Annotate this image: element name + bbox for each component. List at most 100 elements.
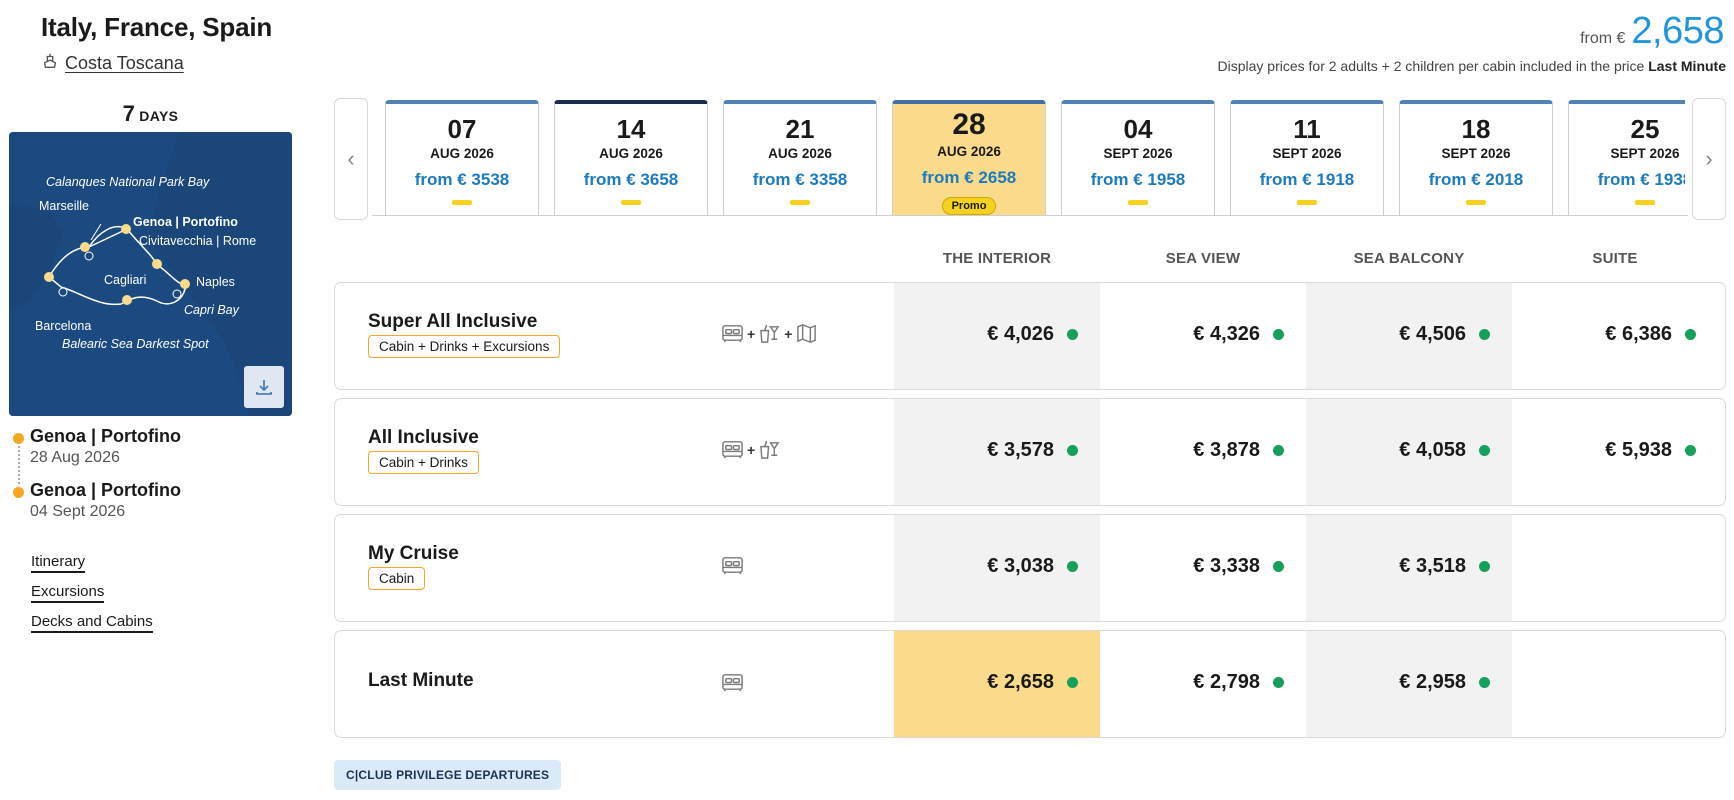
price-value: € 4,326 bbox=[1193, 323, 1260, 345]
date-price: from € 1918 bbox=[1259, 170, 1355, 189]
port-arrival: Genoa | Portofino 04 Sept 2026 bbox=[12, 480, 181, 521]
availability-dot bbox=[1479, 560, 1490, 572]
price-value: € 4,058 bbox=[1399, 439, 1466, 461]
date-card[interactable]: 11 SEPT 2026 from € 1918 bbox=[1230, 100, 1384, 216]
date-month: AUG 2026 bbox=[430, 146, 494, 161]
link-itinerary[interactable]: Itinerary bbox=[31, 553, 86, 573]
date-card[interactable]: 07 AUG 2026 from € 3538 bbox=[385, 100, 539, 216]
price-suite[interactable]: € 5,938 bbox=[1512, 439, 1718, 462]
cabin-column-headers: THE INTERIOR SEA VIEW SEA BALCONY SUITE bbox=[0, 250, 1734, 270]
date-price: from € 3538 bbox=[414, 170, 510, 189]
map-label-balearic: Balearic Sea Darkest Spot bbox=[62, 337, 209, 351]
date-card[interactable]: 18 SEPT 2026 from € 2018 bbox=[1399, 100, 1553, 216]
duration-label: 7 DAYS bbox=[9, 101, 292, 127]
price-value: € 3,038 bbox=[987, 555, 1054, 577]
date-month: AUG 2026 bbox=[768, 146, 832, 161]
date-price: from € 2018 bbox=[1428, 170, 1524, 189]
date-price: from € 2658 bbox=[921, 168, 1017, 187]
availability-dot bbox=[1273, 328, 1284, 340]
col-header-suite: SUITE bbox=[1592, 250, 1638, 267]
map-label-genoa: Genoa | Portofino bbox=[133, 215, 238, 229]
availability-dot bbox=[1067, 676, 1078, 688]
page-title: Italy, France, Spain bbox=[41, 12, 273, 42]
prev-dates-button[interactable]: ‹ bbox=[334, 98, 368, 220]
date-card[interactable]: 14 AUG 2026 from € 3658 bbox=[554, 100, 708, 216]
download-icon bbox=[256, 380, 272, 395]
price-suite[interactable]: € 6,386 bbox=[1512, 323, 1718, 346]
map-label-naples: Naples bbox=[196, 275, 235, 289]
date-day: 11 bbox=[1293, 114, 1321, 144]
price-sea-view[interactable]: € 4,326 bbox=[1100, 323, 1306, 346]
price-value: € 2,958 bbox=[1399, 671, 1466, 693]
ship-link[interactable]: Costa Toscana bbox=[41, 52, 184, 75]
ship-name: Costa Toscana bbox=[65, 53, 184, 73]
price-sea-balcony[interactable]: € 4,058 bbox=[1306, 439, 1512, 462]
availability-dot bbox=[1685, 328, 1696, 340]
availability-bar bbox=[1297, 200, 1317, 205]
date-day: 25 bbox=[1630, 114, 1660, 144]
chevron-left-icon: ‹ bbox=[347, 146, 355, 171]
price-sea-view[interactable]: € 2,798 bbox=[1100, 671, 1306, 694]
itinerary-map[interactable]: Calanques National Park Bay Marseille Ge… bbox=[9, 132, 292, 416]
display-note-text: Display prices for 2 adults + 2 children… bbox=[1217, 58, 1645, 74]
price-interior[interactable]: € 3,038 bbox=[894, 555, 1100, 578]
availability-bar bbox=[1635, 200, 1655, 205]
map-label-barcelona: Barcelona bbox=[35, 319, 92, 333]
col-header-interior: THE INTERIOR bbox=[942, 250, 1052, 267]
plus-icon: + bbox=[784, 325, 793, 342]
date-card[interactable]: 25 SEPT 2026 from € 1938 bbox=[1568, 100, 1685, 216]
date-card[interactable]: 21 AUG 2026 from € 3358 bbox=[723, 100, 877, 216]
package-name: All Inclusive bbox=[368, 427, 479, 448]
date-month: SEPT 2026 bbox=[1610, 146, 1680, 161]
display-note-bold: Last Minute bbox=[1648, 58, 1726, 74]
date-price: from € 1958 bbox=[1090, 170, 1186, 189]
days-number: 7 bbox=[122, 101, 136, 126]
availability-bar bbox=[1466, 200, 1486, 205]
link-excursions[interactable]: Excursions bbox=[31, 583, 105, 603]
date-day: 28 bbox=[952, 108, 986, 141]
price-sea-balcony[interactable]: € 2,958 bbox=[1306, 671, 1512, 694]
date-day: 14 bbox=[616, 114, 646, 144]
date-day: 21 bbox=[785, 114, 815, 144]
price-sea-balcony[interactable]: € 3,518 bbox=[1306, 555, 1512, 578]
package-icons bbox=[721, 671, 744, 694]
package-tag: Cabin + Drinks bbox=[368, 451, 479, 474]
port-name: Genoa | Portofino bbox=[30, 426, 182, 446]
price-sea-balcony[interactable]: € 4,506 bbox=[1306, 323, 1512, 346]
date-day: 18 bbox=[1461, 114, 1491, 144]
price-value: € 3,518 bbox=[1399, 555, 1466, 577]
price-interior[interactable]: € 3,578 bbox=[894, 439, 1100, 462]
package-name: Last Minute bbox=[368, 670, 474, 691]
date-month: AUG 2026 bbox=[599, 146, 663, 161]
price-interior-selected[interactable]: € 2,658 bbox=[894, 671, 1100, 694]
price-value: € 3,578 bbox=[987, 439, 1054, 461]
price-value: € 2,658 bbox=[987, 671, 1054, 693]
map-label-calanques: Calanques National Park Bay bbox=[46, 175, 210, 189]
promo-badge: Promo bbox=[941, 197, 997, 215]
price-interior[interactable]: € 4,026 bbox=[894, 323, 1100, 346]
price-value: € 6,386 bbox=[1605, 323, 1672, 345]
date-day: 07 bbox=[447, 114, 477, 144]
availability-dot bbox=[1479, 444, 1490, 456]
download-map-button[interactable] bbox=[244, 366, 284, 408]
next-dates-button[interactable]: › bbox=[1692, 98, 1726, 220]
price-value: € 2,798 bbox=[1193, 671, 1260, 693]
club-privilege-badge[interactable]: C|CLUB PRIVILEGE DEPARTURES bbox=[334, 760, 562, 790]
availability-dot bbox=[1479, 676, 1490, 688]
link-decks-cabins[interactable]: Decks and Cabins bbox=[31, 613, 153, 633]
date-month: SEPT 2026 bbox=[1103, 146, 1173, 161]
price-sea-view[interactable]: € 3,878 bbox=[1100, 439, 1306, 462]
package-icons: + + bbox=[721, 322, 818, 345]
availability-bar bbox=[1128, 200, 1148, 205]
date-card-selected[interactable]: 28 AUG 2026 from € 2658 Promo bbox=[892, 100, 1046, 216]
package-icons: + bbox=[721, 438, 781, 461]
chevron-right-icon: › bbox=[1705, 146, 1713, 171]
package-name: My Cruise bbox=[368, 543, 459, 564]
date-card[interactable]: 04 SEPT 2026 from € 1958 bbox=[1061, 100, 1215, 216]
price-sea-view[interactable]: € 3,338 bbox=[1100, 555, 1306, 578]
availability-dot bbox=[1273, 560, 1284, 572]
package-name: Super All Inclusive bbox=[368, 311, 538, 332]
ship-icon bbox=[41, 52, 59, 75]
availability-dot bbox=[1273, 676, 1284, 688]
availability-dot bbox=[1479, 328, 1490, 340]
